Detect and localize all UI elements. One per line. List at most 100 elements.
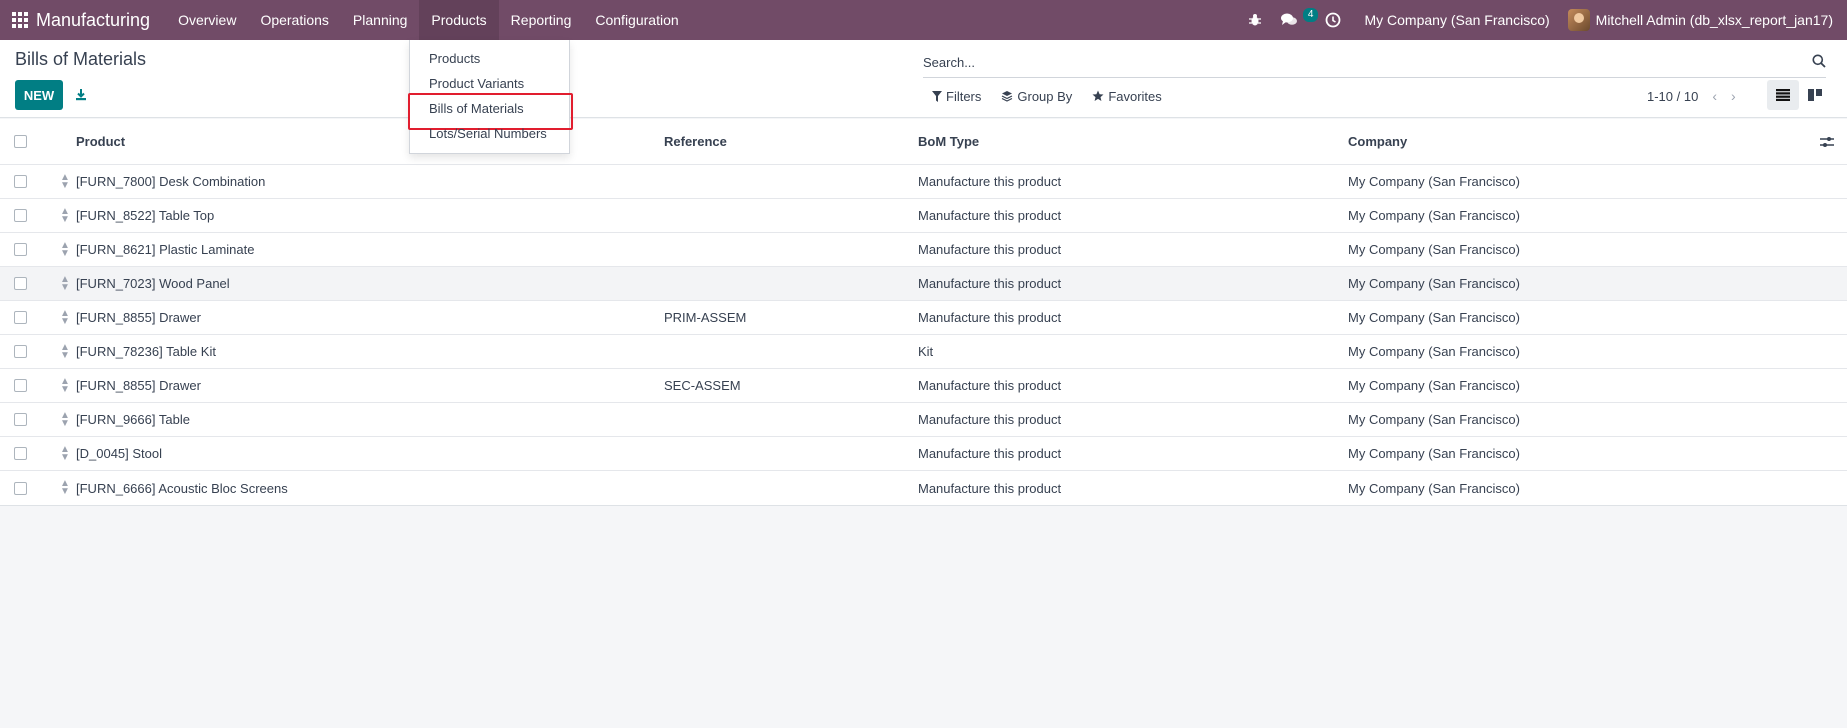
- messages-icon[interactable]: 4: [1271, 0, 1319, 40]
- app-title[interactable]: Manufacturing: [36, 10, 166, 31]
- pager-previous-icon[interactable]: ‹: [1712, 88, 1717, 104]
- cell-product: [FURN_6666] Acoustic Bloc Screens: [76, 480, 288, 496]
- search-icon[interactable]: [1812, 54, 1826, 71]
- list-view-icon[interactable]: [1767, 80, 1799, 110]
- cell-bom-type: Manufacture this product: [918, 480, 1062, 496]
- row-checkbox[interactable]: [14, 175, 27, 188]
- company-switcher[interactable]: My Company (San Francisco): [1350, 12, 1567, 28]
- drag-handle-icon[interactable]: ▲ ▼: [60, 233, 70, 266]
- cell-bom-type: Manufacture this product: [918, 310, 1062, 325]
- activity-clock-icon[interactable]: [1316, 0, 1350, 40]
- menu-planning[interactable]: Planning: [341, 0, 420, 40]
- pager: 1-10 / 10 ‹ ›: [1647, 84, 1736, 108]
- cell-product: [FURN_8855] Drawer: [76, 310, 201, 325]
- kanban-view-icon[interactable]: [1799, 80, 1831, 110]
- drag-handle-icon[interactable]: ▲ ▼: [60, 369, 70, 402]
- cell-bom-type: Manufacture this product: [918, 242, 1062, 257]
- apps-grid-icon[interactable]: [0, 0, 36, 40]
- cell-product: [FURN_8855] Drawer: [76, 378, 201, 393]
- optional-columns-icon[interactable]: [1820, 119, 1834, 164]
- new-button[interactable]: NEW: [15, 80, 63, 110]
- table-row[interactable]: ▲ ▼ [FURN_9666] Table Manufacture this pr…: [0, 403, 1847, 437]
- bug-icon[interactable]: [1239, 0, 1271, 40]
- drag-handle-icon[interactable]: ▲ ▼: [60, 301, 70, 334]
- cell-bom-type: Manufacture this product: [918, 412, 1062, 427]
- table-row[interactable]: ▲ ▼ [FURN_7023] Wood Panel Manufacture th…: [0, 267, 1847, 301]
- column-header-bom-type[interactable]: BoM Type: [918, 119, 979, 164]
- dropdown-item-lots-serial-numbers[interactable]: Lots/Serial Numbers: [410, 121, 569, 146]
- menu-operations[interactable]: Operations: [248, 0, 340, 40]
- user-menu[interactable]: Mitchell Admin (db_xlsx_report_jan17): [1567, 9, 1833, 31]
- download-icon[interactable]: [72, 84, 90, 104]
- table-row[interactable]: ▲ ▼ [FURN_7800] Desk Combination Manufact…: [0, 165, 1847, 199]
- favorites-button[interactable]: Favorites: [1092, 89, 1162, 104]
- drag-handle-icon[interactable]: ▲ ▼: [60, 471, 70, 505]
- cell-bom-type: Manufacture this product: [918, 208, 1062, 223]
- row-checkbox[interactable]: [14, 209, 27, 222]
- dropdown-item-bills-of-materials[interactable]: Bills of Materials: [408, 93, 573, 130]
- cell-company: My Company (San Francisco): [1348, 242, 1520, 257]
- main-menu: Overview Operations Planning Products Re…: [166, 0, 691, 40]
- column-header-reference[interactable]: Reference: [664, 119, 727, 164]
- menu-reporting[interactable]: Reporting: [499, 0, 584, 40]
- drag-handle-icon[interactable]: ▲ ▼: [60, 403, 70, 436]
- cell-product: [FURN_8522] Table Top: [76, 208, 215, 223]
- dropdown-item-products[interactable]: Products: [410, 46, 569, 71]
- table-row[interactable]: ▲ ▼ [FURN_8621] Plastic Laminate Manufact…: [0, 233, 1847, 267]
- column-header-product[interactable]: Product: [76, 119, 125, 164]
- cell-company: My Company (San Francisco): [1348, 378, 1520, 393]
- search-options: Filters Group By Favorites: [932, 84, 1162, 108]
- menu-configuration[interactable]: Configuration: [583, 0, 690, 40]
- table-row[interactable]: ▲ ▼ [FURN_8855] Drawer PRIM-ASSEM Manufac…: [0, 301, 1847, 335]
- drag-handle-icon[interactable]: ▲ ▼: [60, 267, 70, 300]
- cell-company: My Company (San Francisco): [1348, 276, 1520, 291]
- drag-handle-icon[interactable]: ▲ ▼: [60, 437, 70, 470]
- group-by-button[interactable]: Group By: [1001, 89, 1072, 104]
- row-checkbox[interactable]: [14, 311, 27, 324]
- table-row[interactable]: ▲ ▼ [FURN_8855] Drawer SEC-ASSEM Manufact…: [0, 369, 1847, 403]
- table-row[interactable]: ▲ ▼ [D_0045] Stool Manufacture this produ…: [0, 437, 1847, 471]
- cell-bom-type: Kit: [918, 344, 934, 359]
- row-checkbox[interactable]: [14, 413, 27, 426]
- cell-bom-type: Manufacture this product: [918, 446, 1062, 461]
- menu-overview[interactable]: Overview: [166, 0, 248, 40]
- cell-company: My Company (San Francisco): [1348, 310, 1520, 325]
- drag-handle-icon[interactable]: ▲ ▼: [60, 199, 70, 232]
- cell-product: [FURN_7800] Desk Combination: [76, 174, 266, 189]
- table-header: Product Reference BoM Type Company: [0, 119, 1847, 165]
- filter-icon: [932, 90, 942, 102]
- filters-button[interactable]: Filters: [932, 89, 981, 104]
- search-input[interactable]: [923, 55, 1783, 70]
- user-name: Mitchell Admin (db_xlsx_report_jan17): [1595, 12, 1833, 28]
- row-checkbox[interactable]: [14, 345, 27, 358]
- menu-products[interactable]: Products: [419, 0, 499, 40]
- navbar-systray: 4 My Company (San Francisco) Mitchell Ad…: [1239, 0, 1847, 40]
- row-checkbox[interactable]: [14, 277, 27, 290]
- avatar: [1567, 9, 1590, 31]
- row-checkbox[interactable]: [14, 481, 27, 495]
- drag-handle-icon[interactable]: ▲ ▼: [60, 165, 70, 198]
- cell-bom-type: Manufacture this product: [918, 378, 1062, 393]
- cell-product: [FURN_9666] Table: [76, 412, 190, 427]
- pager-value[interactable]: 1-10 / 10: [1647, 89, 1698, 104]
- table-row[interactable]: ▲ ▼ [FURN_6666] Acoustic Bloc Screens Man…: [0, 471, 1847, 505]
- row-checkbox[interactable]: [14, 243, 27, 256]
- search-bar: [923, 48, 1826, 78]
- cell-company: My Company (San Francisco): [1348, 208, 1520, 223]
- table-row[interactable]: ▲ ▼ [FURN_78236] Table Kit Kit My Company…: [0, 335, 1847, 369]
- row-checkbox[interactable]: [14, 447, 27, 460]
- row-checkbox[interactable]: [14, 379, 27, 392]
- top-navbar: Manufacturing Overview Operations Planni…: [0, 0, 1847, 40]
- cell-bom-type: Manufacture this product: [918, 276, 1062, 291]
- table-row[interactable]: ▲ ▼ [FURN_8522] Table Top Manufacture thi…: [0, 199, 1847, 233]
- drag-handle-icon[interactable]: ▲ ▼: [60, 335, 70, 368]
- select-all-checkbox[interactable]: [14, 135, 27, 148]
- cell-bom-type: Manufacture this product: [918, 174, 1062, 189]
- cell-company: My Company (San Francisco): [1348, 174, 1520, 189]
- bom-list-table: Product Reference BoM Type Company ▲ ▼ [F…: [0, 119, 1847, 506]
- cell-company: My Company (San Francisco): [1348, 446, 1520, 461]
- dropdown-item-product-variants[interactable]: Product Variants: [410, 71, 569, 96]
- pager-next-icon[interactable]: ›: [1731, 88, 1736, 104]
- column-header-company[interactable]: Company: [1348, 119, 1407, 164]
- cell-company: My Company (San Francisco): [1348, 344, 1520, 359]
